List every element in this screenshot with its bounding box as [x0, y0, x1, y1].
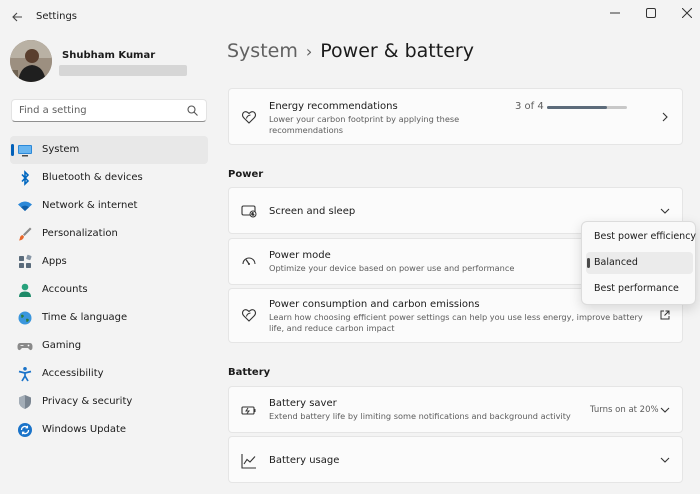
- power-mode-option-balanced[interactable]: Balanced: [586, 252, 693, 274]
- chevron-down-icon[interactable]: [660, 206, 670, 216]
- gamepad-icon: [17, 343, 33, 351]
- avatar: [10, 40, 52, 82]
- search-icon: [187, 105, 198, 116]
- close-icon: [681, 7, 693, 19]
- user-profile[interactable]: Shubham Kumar: [10, 40, 210, 84]
- chevron-right-icon[interactable]: [660, 112, 670, 122]
- sidebar-item-label: Network & internet: [42, 200, 138, 211]
- sidebar-item-label: Privacy & security: [42, 396, 133, 407]
- sidebar-item-accessibility[interactable]: Accessibility: [10, 360, 208, 388]
- screen-sleep-icon: [241, 205, 257, 218]
- sidebar-item-label: Bluetooth & devices: [42, 172, 143, 183]
- close-button[interactable]: [676, 4, 698, 22]
- battery-usage-title: Battery usage: [269, 455, 340, 466]
- minimize-button[interactable]: [604, 4, 626, 22]
- sidebar-item-label: Time & language: [42, 312, 128, 323]
- sidebar-nav: System Bluetooth & devices Network & int…: [10, 136, 208, 444]
- leaf-heart-icon: [241, 309, 257, 322]
- sidebar-item-label: Accessibility: [42, 368, 104, 379]
- chevron-down-icon[interactable]: [660, 455, 670, 465]
- sidebar-item-label: Apps: [42, 256, 67, 267]
- option-label: Balanced: [594, 257, 638, 268]
- sidebar-item-label: Windows Update: [42, 424, 127, 435]
- option-label: Best power efficiency: [594, 231, 697, 242]
- update-icon: [18, 423, 32, 437]
- battery-saver-description: Extend battery life by limiting some not…: [269, 411, 571, 421]
- back-button[interactable]: [8, 8, 26, 26]
- section-title-battery: Battery: [228, 367, 271, 378]
- search-box[interactable]: [11, 99, 207, 122]
- leaf-heart-icon: [241, 111, 257, 124]
- bluetooth-icon: [21, 170, 30, 186]
- person-icon: [19, 283, 31, 297]
- sidebar-item-system[interactable]: System: [10, 136, 208, 164]
- screen-sleep-title: Screen and sleep: [269, 206, 356, 217]
- sidebar-item-windows-update[interactable]: Windows Update: [10, 416, 208, 444]
- chevron-down-icon[interactable]: [660, 405, 670, 415]
- power-mode-dropdown[interactable]: Best power efficiency Balanced Best perf…: [581, 221, 696, 305]
- page-title: Power & battery: [320, 40, 474, 62]
- battery-usage-card[interactable]: Battery usage: [228, 436, 683, 483]
- user-name: Shubham Kumar: [62, 50, 156, 61]
- energy-recommendations-card[interactable]: Energy recommendations Lower your carbon…: [228, 88, 683, 145]
- power-mode-title: Power mode: [269, 250, 331, 261]
- sidebar-item-time-language[interactable]: Time & language: [10, 304, 208, 332]
- section-title-power: Power: [228, 169, 264, 180]
- search-input[interactable]: [19, 103, 179, 118]
- power-consumption-title: Power consumption and carbon emissions: [269, 299, 480, 310]
- power-consumption-description: Learn how choosing efficient power setti…: [269, 312, 643, 333]
- sidebar-item-apps[interactable]: Apps: [10, 248, 208, 276]
- system-icon: [18, 145, 32, 157]
- breadcrumb-separator: ›: [305, 42, 313, 61]
- battery-saver-icon: [241, 406, 256, 415]
- brush-icon: [19, 227, 32, 241]
- sidebar-item-gaming[interactable]: Gaming: [10, 332, 208, 360]
- chart-line-icon: [241, 454, 256, 469]
- sidebar-item-personalization[interactable]: Personalization: [10, 220, 208, 248]
- power-mode-description: Optimize your device based on power use …: [269, 263, 515, 273]
- title-bar: Settings: [0, 0, 700, 34]
- breadcrumb-system[interactable]: System: [227, 40, 298, 62]
- energy-progress-bar: [547, 106, 627, 109]
- apps-icon: [19, 254, 32, 268]
- power-mode-option-performance[interactable]: Best performance: [586, 278, 693, 300]
- globe-icon: [18, 311, 32, 325]
- power-mode-option-efficiency[interactable]: Best power efficiency: [586, 226, 697, 248]
- back-arrow-icon: [12, 12, 22, 22]
- sidebar-item-label: Gaming: [42, 340, 82, 351]
- sidebar-item-privacy[interactable]: Privacy & security: [10, 388, 208, 416]
- energy-progress-text: 3 of 4: [515, 101, 544, 112]
- wifi-icon: [18, 201, 32, 211]
- shield-icon: [19, 395, 31, 409]
- energy-progress-fill: [547, 106, 607, 109]
- option-label: Best performance: [594, 283, 679, 294]
- sidebar-item-label: Personalization: [42, 228, 118, 239]
- maximize-icon: [646, 8, 656, 18]
- battery-saver-title: Battery saver: [269, 398, 337, 409]
- energy-title: Energy recommendations: [269, 101, 398, 112]
- sidebar-item-network[interactable]: Network & internet: [10, 192, 208, 220]
- energy-description: Lower your carbon footprint by applying …: [269, 114, 460, 135]
- sidebar-item-bluetooth[interactable]: Bluetooth & devices: [10, 164, 208, 192]
- minimize-icon: [610, 12, 620, 14]
- battery-saver-card[interactable]: Battery saver Extend battery life by lim…: [228, 386, 683, 433]
- app-title: Settings: [36, 11, 78, 22]
- sidebar-item-label: System: [42, 144, 80, 155]
- sidebar-item-label: Accounts: [42, 284, 88, 295]
- open-external-icon[interactable]: [660, 310, 670, 320]
- battery-saver-status: Turns on at 20%: [590, 405, 659, 415]
- sidebar-item-accounts[interactable]: Accounts: [10, 276, 208, 304]
- accessibility-icon: [18, 367, 32, 382]
- gauge-icon: [242, 257, 256, 265]
- maximize-button[interactable]: [640, 4, 662, 22]
- breadcrumb: System › Power & battery: [227, 40, 474, 62]
- user-email-redacted: [59, 65, 187, 76]
